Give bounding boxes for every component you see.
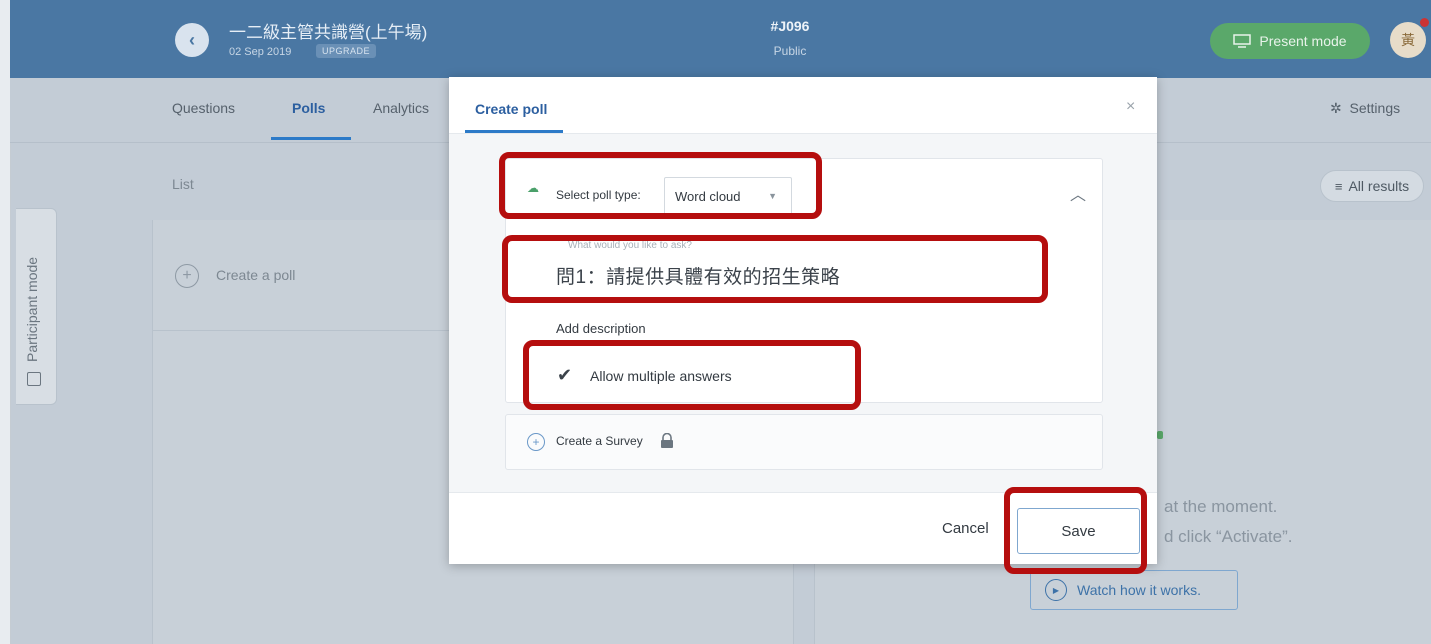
list-label: List (172, 176, 194, 192)
plus-circle-icon[interactable]: + (175, 264, 199, 288)
sort-icon: ≡ (1334, 178, 1343, 194)
event-date: 02 Sep 2019 (229, 46, 292, 58)
upgrade-badge[interactable]: UPGRADE (316, 44, 377, 58)
settings-link[interactable]: ✲ Settings (1330, 100, 1400, 117)
gear-icon: ✲ (1330, 100, 1342, 116)
annotation-box-multiple-answers (523, 340, 861, 410)
empty-message-line1: at the moment. (1164, 497, 1278, 516)
all-results-label: All results (1348, 178, 1410, 194)
event-title: 一二級主管共識營(上午場) (229, 23, 428, 42)
event-code: #J096 (770, 18, 810, 34)
illustration-dot (1157, 431, 1163, 439)
close-icon[interactable]: × (1126, 98, 1135, 116)
plus-circle-icon: + (527, 433, 545, 451)
annotation-box-poll-type (499, 152, 822, 219)
all-results-button[interactable]: ≡ All results (1320, 170, 1424, 202)
empty-message-line2: d click “Activate”. (1164, 527, 1293, 546)
present-mode-label: Present mode (1259, 33, 1347, 49)
play-icon: ▶ (1045, 579, 1067, 601)
avatar[interactable]: 黃 (1390, 22, 1426, 58)
tab-analytics[interactable]: Analytics (373, 100, 429, 116)
event-privacy[interactable]: Public (740, 44, 840, 58)
present-mode-button[interactable]: Present mode (1210, 23, 1370, 59)
annotation-box-question (502, 235, 1048, 303)
device-icon (27, 372, 41, 386)
monitor-icon (1233, 34, 1252, 48)
tab-questions[interactable]: Questions (172, 100, 235, 116)
watch-label: Watch how it works. (1077, 582, 1201, 598)
tab-active-indicator (271, 137, 351, 140)
create-poll-link[interactable]: Create a poll (216, 267, 295, 283)
chevron-up-icon[interactable]: ︿ (1070, 181, 1086, 205)
modal-tab-create-poll[interactable]: Create poll (475, 101, 547, 117)
chevron-left-icon: ‹ (189, 29, 195, 50)
participant-mode-label: Participant mode (24, 256, 40, 362)
tab-polls[interactable]: Polls (292, 100, 325, 116)
create-survey-label[interactable]: Create a Survey (556, 434, 643, 448)
watch-how-it-works-button[interactable]: ▶ Watch how it works. (1030, 570, 1238, 610)
settings-label: Settings (1349, 100, 1401, 116)
annotation-box-save (1004, 487, 1147, 574)
lock-icon (661, 433, 673, 448)
back-button[interactable]: ‹ (175, 23, 209, 57)
add-description-link[interactable]: Add description (556, 321, 646, 336)
notification-dot (1420, 18, 1429, 27)
cancel-button[interactable]: Cancel (942, 520, 989, 537)
